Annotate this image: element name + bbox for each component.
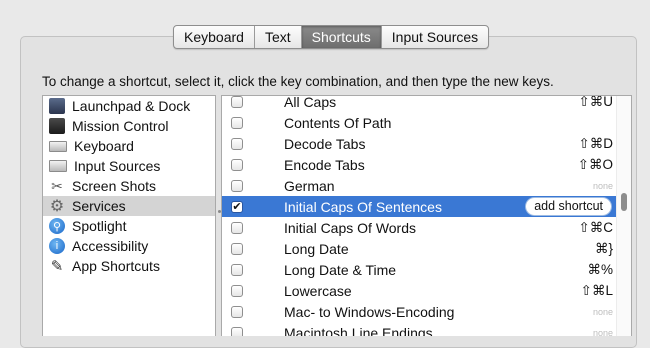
service-checkbox[interactable] [231,242,243,255]
shortcut-key[interactable]: ⌘} [595,241,613,257]
accessibility-icon: i [49,238,65,254]
input-sources-icon [49,160,67,172]
category-screen-shots[interactable]: ✂ Screen Shots [43,176,215,196]
service-name: German [284,177,335,194]
tab-input-sources[interactable]: Input Sources [380,26,488,48]
service-name: Encode Tabs [284,156,365,173]
launchpad-icon [49,98,65,114]
service-checkbox[interactable] [231,158,243,171]
category-label: App Shortcuts [72,258,160,274]
service-row-mac-to-windows-encoding[interactable]: Mac- to Windows-Encoding none [222,301,617,322]
tab-text[interactable]: Text [253,26,301,48]
category-label: Mission Control [72,118,169,134]
spotlight-icon: ⚲ [49,218,65,234]
service-name: Decode Tabs [284,135,366,152]
service-checkbox-checked[interactable]: ✔ [231,200,243,213]
instruction-text: To change a shortcut, select it, click t… [42,74,554,89]
app-shortcuts-icon: ✎ [50,258,64,275]
service-name: Long Date & Time [284,261,397,278]
service-checkbox[interactable] [231,305,243,318]
tab-shortcuts[interactable]: Shortcuts [300,26,381,48]
service-row-all-caps[interactable]: All Caps ⇧⌘U [222,95,617,112]
shortcut-key[interactable]: ⇧⌘L [581,283,613,299]
service-name: All Caps [284,95,337,110]
service-checkbox[interactable] [231,179,243,192]
category-label: Keyboard [74,138,134,154]
service-name: Initial Caps Of Sentences [284,198,442,215]
category-label: Screen Shots [72,178,157,194]
service-name: Initial Caps Of Words [284,219,417,236]
category-label: Spotlight [72,218,127,234]
service-row-encode-tabs[interactable]: Encode Tabs ⇧⌘O [222,154,617,175]
tab-bar: Keyboard Text Shortcuts Input Sources [173,25,490,49]
category-spotlight[interactable]: ⚲ Spotlight [43,216,215,236]
category-accessibility[interactable]: i Accessibility [43,236,215,256]
shortcut-none-label[interactable]: none [593,307,613,317]
service-checkbox[interactable] [231,96,243,108]
category-input-sources[interactable]: Input Sources [43,156,215,176]
service-row-german[interactable]: German none [222,175,617,196]
category-keyboard[interactable]: Keyboard [43,136,215,156]
tab-keyboard[interactable]: Keyboard [174,26,254,48]
service-name: Mac- to Windows-Encoding [284,303,455,320]
scrollbar-thumb[interactable] [621,193,627,211]
shortcut-key[interactable]: ⌘% [587,262,613,278]
service-rows: All Caps ⇧⌘U Contents Of Path Decode Tab… [222,95,617,336]
service-row-long-date-time[interactable]: Long Date & Time ⌘% [222,259,617,280]
service-row-initial-caps-of-words[interactable]: Initial Caps Of Words ⇧⌘C [222,217,617,238]
services-shortcut-list[interactable]: All Caps ⇧⌘U Contents Of Path Decode Tab… [221,95,632,336]
service-checkbox[interactable] [231,221,243,234]
screenshot-icon: ✂ [51,177,63,194]
service-name: Macintosh Line Endings [284,324,433,337]
service-row-contents-of-path[interactable]: Contents Of Path [222,112,617,133]
service-row-initial-caps-of-sentences[interactable]: ✔ Initial Caps Of Sentences add shortcut [222,196,617,217]
category-services[interactable]: ⚙ Services [43,196,215,216]
vertical-scrollbar[interactable] [616,96,631,336]
service-checkbox[interactable] [231,137,243,150]
shortcut-key[interactable]: ⇧⌘O [578,157,613,173]
service-name: Lowercase [284,282,352,299]
service-row-decode-tabs[interactable]: Decode Tabs ⇧⌘D [222,133,617,154]
service-checkbox[interactable] [231,263,243,276]
keyboard-icon [49,140,67,152]
service-checkbox[interactable] [231,116,243,129]
service-row-lowercase[interactable]: Lowercase ⇧⌘L [222,280,617,301]
service-row-macintosh-line-endings[interactable]: Macintosh Line Endings none [222,322,617,336]
service-name: Long Date [284,240,349,257]
keyboard-preferences-window: Keyboard Text Shortcuts Input Sources To… [0,0,650,348]
shortcut-key[interactable]: ⇧⌘D [578,136,613,152]
category-mission-control[interactable]: Mission Control [43,116,215,136]
category-label: Launchpad & Dock [72,98,191,114]
add-shortcut-button[interactable]: add shortcut [526,198,611,215]
category-launchpad-dock[interactable]: Launchpad & Dock [43,96,215,116]
category-label: Input Sources [74,158,161,174]
category-label: Accessibility [72,238,149,254]
mission-control-icon [49,118,65,134]
category-list[interactable]: Launchpad & Dock Mission Control Keyboar… [42,95,216,336]
service-name: Contents Of Path [284,114,392,131]
category-app-shortcuts[interactable]: ✎ App Shortcuts [43,256,215,276]
shortcut-key[interactable]: ⇧⌘C [578,220,613,236]
gear-icon: ⚙ [49,198,65,215]
category-label: Services [72,198,126,214]
shortcut-key[interactable]: ⇧⌘U [578,96,613,110]
shortcut-none-label[interactable]: none [593,181,613,191]
service-row-long-date[interactable]: Long Date ⌘} [222,238,617,259]
service-checkbox[interactable] [231,284,243,297]
